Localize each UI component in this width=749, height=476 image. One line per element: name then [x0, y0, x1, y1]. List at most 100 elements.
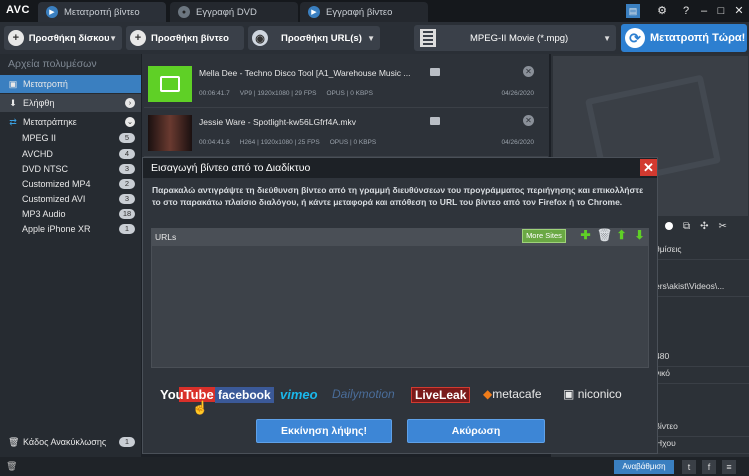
count-badge: 4: [119, 148, 135, 159]
close-icon[interactable]: ✕: [640, 159, 657, 176]
sidebar-item-downloaded[interactable]: ⬇ Ελήφθη ›: [0, 94, 141, 112]
add-url-button[interactable]: ◉ Προσθήκη URL(s) ▼: [248, 26, 380, 50]
minimize-icon[interactable]: –: [696, 3, 712, 19]
trash-icon[interactable]: 🗑: [6, 461, 17, 471]
more-sites-button[interactable]: More Sites: [522, 229, 566, 243]
format-label: MPEG II: [22, 133, 57, 143]
list-icon[interactable]: ≡: [722, 460, 736, 474]
effects-icon[interactable]: ✣: [700, 221, 708, 232]
count-badge: 5: [119, 133, 135, 143]
dailymotion-logo[interactable]: Dailymotion: [332, 387, 395, 401]
tab-record-video[interactable]: ▶ Εγγραφή βίντεο: [300, 2, 428, 22]
record-icon: ▶: [308, 6, 320, 18]
niconico-mark-icon: ▣: [563, 387, 575, 401]
slider-handle[interactable]: [665, 222, 673, 230]
convert-now-button[interactable]: ⟳ Μετατροπή Τώρα!: [621, 24, 747, 52]
facebook-logo[interactable]: facebook: [215, 387, 274, 403]
move-up-icon[interactable]: ⬆: [615, 229, 628, 242]
count-badge: 18: [119, 208, 135, 219]
urls-textarea[interactable]: [151, 245, 649, 368]
sidebar-format-item[interactable]: MPEG II 5: [0, 130, 141, 146]
sidebar-item-convert[interactable]: ▣ Μετατροπή: [0, 75, 141, 93]
remove-icon[interactable]: ✕: [523, 66, 534, 77]
file-meta: 00:06:41.7 VP9 | 1920x1080 | 29 FPS OPUS…: [199, 90, 373, 97]
file-item[interactable]: Jessie Ware - Spotlight-kw56LGfrf4A.mkv …: [144, 109, 548, 157]
video-thumbnail: [148, 66, 192, 102]
video-info: VP9 | 1920x1080 | 29 FPS: [239, 90, 317, 97]
quality-row[interactable]: νικό: [651, 362, 749, 384]
count-badge: 3: [119, 163, 135, 174]
output-format-select[interactable]: MPEG-II Movie (*.mpg) ▼: [414, 25, 616, 51]
sidebar-format-item[interactable]: Apple iPhone XR 1: [0, 221, 141, 236]
store-icon[interactable]: ▤: [626, 4, 640, 18]
file-date: 04/26/2020: [501, 139, 534, 146]
chevron-down-icon[interactable]: ▼: [367, 34, 375, 43]
trash-icon: 🗑: [8, 437, 20, 447]
add-icon[interactable]: ✚: [579, 229, 592, 242]
tab-burn-dvd[interactable]: ● Εγγραφή DVD: [170, 2, 298, 22]
sidebar-item-converted[interactable]: ⇄ Μετατράπηκε ⌄: [0, 113, 141, 131]
file-name: Mella Dee - Techno Disco Tool [A1_Wareho…: [199, 68, 411, 78]
film-strip-icon: [420, 29, 436, 47]
format-label: Customized AVI: [22, 193, 86, 204]
add-video-label: Προσθήκη βίντεο: [151, 32, 229, 44]
tab-label: Εγγραφή DVD: [196, 6, 257, 18]
converted-icon: ⇄: [9, 117, 17, 127]
sidebar-format-item[interactable]: Customized MP4 2: [0, 176, 141, 191]
audio-info: OPUS | 0 KBPS: [329, 139, 377, 146]
download-icon: ⬇: [9, 98, 17, 108]
sidebar-format-item[interactable]: AVCHD 4: [0, 146, 141, 161]
add-video-button[interactable]: + Προσθήκη βίντεο: [126, 26, 244, 50]
sidebar-item-label: Ελήφθη: [23, 98, 55, 108]
file-name: Jessie Ware - Spotlight-kw56LGfrf4A.mkv: [199, 117, 356, 127]
metacafe-logo[interactable]: ◆metacafe: [483, 387, 542, 401]
remove-icon[interactable]: ✕: [523, 115, 534, 126]
settings-icon[interactable]: ⚙: [654, 3, 670, 19]
add-disc-button[interactable]: + Προσθήκη δίσκου CD ▼: [4, 26, 122, 50]
format-label: AVCHD: [22, 148, 53, 159]
delete-icon[interactable]: 🗑: [597, 229, 612, 242]
cancel-button[interactable]: Ακύρωση: [407, 419, 545, 443]
output-path[interactable]: ers\akist\Videos\...: [651, 275, 749, 297]
maximize-icon[interactable]: □: [713, 3, 729, 19]
tab-label: Εγγραφή βίντεο: [326, 6, 393, 18]
cut-icon[interactable]: ✂: [719, 221, 727, 232]
settings-row: θμίσεις: [651, 238, 749, 260]
duration: 00:06:41.7: [199, 90, 230, 97]
copy-icon[interactable]: ⧉: [683, 221, 690, 232]
liveleak-logo[interactable]: LiveLeak: [411, 387, 471, 403]
move-down-icon[interactable]: ⬇: [633, 229, 646, 242]
sidebar-format-item[interactable]: DVD NTSC 3: [0, 161, 141, 176]
audio-info: OPUS | 0 KBPS: [326, 90, 373, 97]
format-label: MPEG-II Movie (*.mpg): [470, 32, 569, 44]
format-label: Customized MP4: [22, 178, 91, 189]
edit-tools: ⧉ ✣ ✂: [651, 219, 749, 233]
upgrade-button[interactable]: Αναβάθμιση: [614, 460, 674, 474]
chevron-down-icon[interactable]: ▼: [109, 34, 117, 43]
file-meta: 00:04:41.6 H264 | 1920x1080 | 25 FPS OPU…: [199, 139, 376, 146]
audio-options-row[interactable]: Ήχου: [651, 432, 749, 454]
facebook-icon[interactable]: f: [702, 460, 716, 474]
sidebar-format-item[interactable]: Customized AVI 3: [0, 191, 141, 206]
metacafe-mark-icon: ◆: [483, 387, 493, 401]
chevron-down-icon: ⌄: [125, 117, 135, 127]
tab-convert-video[interactable]: ▶ Μετατροπή βίντεο: [38, 2, 166, 22]
vimeo-logo[interactable]: vimeo: [280, 387, 318, 402]
globe-icon: ◉: [252, 30, 268, 46]
format-label: Apple iPhone XR: [22, 223, 91, 234]
niconico-logo-text: niconico: [577, 387, 622, 401]
sidebar-format-item[interactable]: MP3 Audio 18: [0, 206, 141, 221]
help-icon[interactable]: ?: [678, 3, 694, 19]
sidebar-item-trash[interactable]: 🗑 Κάδος Ανακύκλωσης 1: [0, 433, 141, 451]
plus-icon: +: [130, 30, 146, 46]
niconico-logo[interactable]: ▣ niconico: [563, 387, 622, 401]
close-icon[interactable]: ✕: [731, 3, 747, 19]
twitter-icon[interactable]: t: [682, 460, 696, 474]
metacafe-logo-text: metacafe: [492, 387, 542, 401]
folder-icon[interactable]: [430, 117, 440, 125]
folder-icon[interactable]: [430, 68, 440, 76]
file-item[interactable]: Mella Dee - Techno Disco Tool [A1_Wareho…: [144, 60, 548, 108]
start-download-button[interactable]: Εκκίνηση λήψης!: [256, 419, 392, 443]
format-label: DVD NTSC: [22, 163, 69, 174]
urls-header: URLs: [151, 228, 649, 245]
